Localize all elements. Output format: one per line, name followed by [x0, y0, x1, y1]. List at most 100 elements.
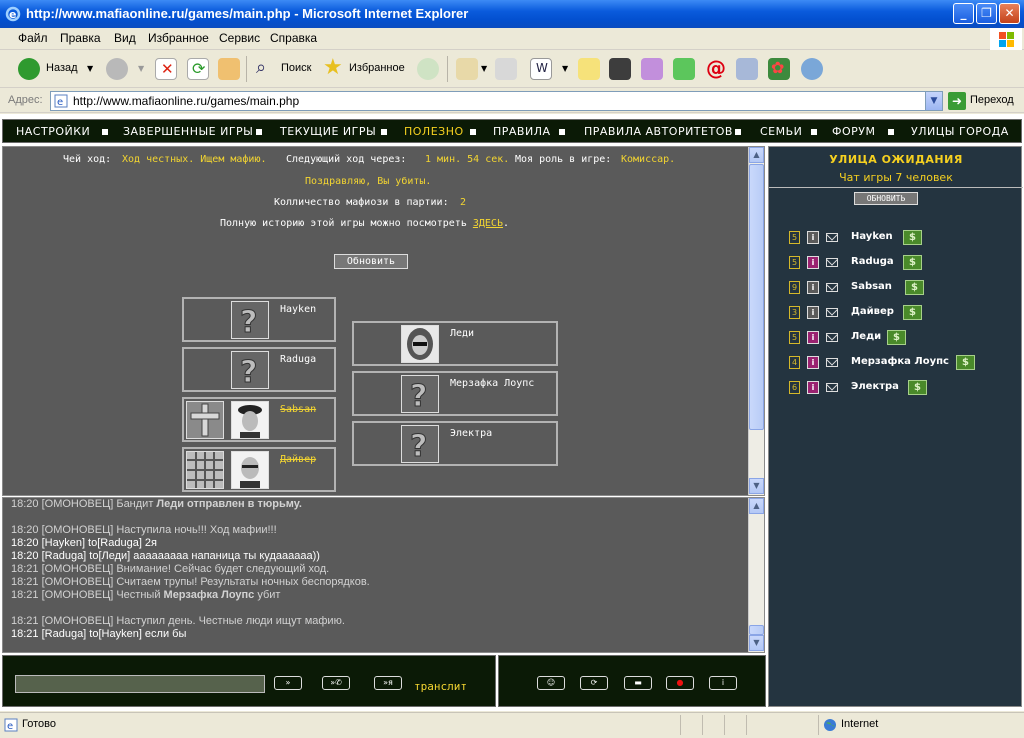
user-info-icon[interactable]: i [807, 331, 819, 344]
menu-help[interactable]: Справка [270, 31, 317, 45]
history-link[interactable]: ЗДЕСЬ [473, 218, 503, 229]
tv-icon[interactable] [609, 58, 631, 80]
close-button[interactable]: ✕ [999, 3, 1020, 24]
nav-city-streets[interactable]: УЛИЦЫ ГОРОДА [911, 125, 1009, 138]
scroll-up-icon[interactable]: ▲ [749, 147, 764, 163]
user-row[interactable]: 5 i Raduga $ [789, 255, 1019, 271]
mail-icon[interactable] [826, 233, 838, 242]
player-card[interactable]: ? Мерзафка Лоупс [352, 371, 558, 416]
back-dropdown-icon[interactable]: ▼ [87, 64, 93, 73]
scroll-thumb[interactable] [749, 625, 764, 635]
user-info-icon[interactable]: i [807, 231, 819, 244]
smiley-icon[interactable]: ☺ [537, 676, 565, 690]
user-row[interactable]: 4 i Мерзафка Лоупс $ [789, 355, 1019, 371]
home-icon[interactable] [218, 58, 240, 80]
refresh-button[interactable]: Обновить [334, 254, 408, 269]
menu-tools[interactable]: Сервис [219, 31, 260, 45]
nav-current-games[interactable]: ТЕКУЩИЕ ИГРЫ [280, 125, 376, 138]
mail-dropdown-icon[interactable]: ▼ [481, 64, 487, 73]
search-button-label[interactable]: Поиск [281, 62, 311, 74]
nav-authority-rules[interactable]: ПРАВИЛА АВТОРИТЕТОВ [584, 125, 733, 138]
scroll-up-icon[interactable]: ▲ [749, 498, 764, 514]
mail-icon[interactable] [826, 308, 838, 317]
user-name[interactable]: Дайвер [851, 306, 894, 317]
send-private-button[interactable]: »✆ [322, 676, 350, 690]
mail-icon[interactable] [826, 258, 838, 267]
shapes-icon[interactable] [673, 58, 695, 80]
notes-icon[interactable] [578, 58, 600, 80]
address-url[interactable]: http://www.mafiaonline.ru/games/main.php [73, 94, 299, 108]
scroll-down-icon[interactable]: ▼ [749, 478, 764, 494]
translit-toggle[interactable]: транслит [414, 680, 467, 693]
scroll-thumb[interactable] [749, 164, 764, 430]
mail-icon[interactable] [826, 333, 838, 342]
icq-icon[interactable]: ✿ [768, 58, 790, 80]
maximize-button[interactable]: ❐ [976, 3, 997, 24]
msn-icon[interactable] [801, 58, 823, 80]
stop-icon[interactable]: ✕ [155, 58, 177, 80]
player-card[interactable]: ? Hayken [182, 297, 336, 342]
address-dropdown-icon[interactable]: ▼ [925, 92, 942, 110]
user-row[interactable]: 3 i Дайвер $ [789, 305, 1019, 321]
street-refresh-button[interactable]: ОБНОВИТЬ [854, 192, 918, 205]
user-row[interactable]: 5 i Hayken $ [789, 230, 1019, 246]
mail-icon[interactable] [456, 58, 478, 80]
info-icon[interactable]: i [709, 676, 737, 690]
user-row[interactable]: 6 i Электра $ [789, 380, 1019, 396]
user-name[interactable]: Электра [851, 381, 899, 392]
nav-useful[interactable]: ПОЛЕЗНО [404, 125, 464, 138]
back-button-label[interactable]: Назад [46, 62, 78, 74]
go-arrow-icon[interactable]: ➜ [948, 92, 966, 110]
user-row[interactable]: 5 i Леди $ [789, 330, 1019, 346]
send-button[interactable]: » [274, 676, 302, 690]
user-name[interactable]: Hayken [851, 231, 893, 242]
edit-dropdown-icon[interactable]: ▼ [562, 64, 568, 73]
edit-word-icon[interactable]: W [530, 58, 552, 80]
mail-icon[interactable] [826, 283, 838, 292]
user-name[interactable]: Леди [851, 331, 881, 342]
nav-finished-games[interactable]: ЗАВЕРШЕННЫЕ ИГРЫ [123, 125, 253, 138]
menu-file[interactable]: Файл [18, 31, 48, 45]
history-icon[interactable] [417, 58, 439, 80]
user-info-icon[interactable]: i [807, 356, 819, 369]
reload-chat-icon[interactable]: ⟳ [580, 676, 608, 690]
player-card[interactable]: Дайвер [182, 447, 336, 492]
search-icon[interactable]: ⌕ [254, 57, 276, 80]
record-icon[interactable]: ● [666, 676, 694, 690]
game-scrollbar[interactable]: ▲ ▼ [748, 147, 764, 495]
user-row[interactable]: 9 i Sabsan $ [789, 280, 1019, 296]
user-info-icon[interactable]: i [807, 306, 819, 319]
scroll-down-icon[interactable]: ▼ [749, 635, 764, 651]
menu-view[interactable]: Вид [114, 31, 136, 45]
mail-icon[interactable] [826, 383, 838, 392]
user-info-icon[interactable]: i [807, 381, 819, 394]
player-card[interactable]: Леди [352, 321, 558, 366]
user-name[interactable]: Raduga [851, 256, 894, 267]
message-input[interactable] [15, 675, 265, 693]
research-icon[interactable] [736, 58, 758, 80]
address-input[interactable]: e http://www.mafiaonline.ru/games/main.p… [50, 91, 943, 111]
refresh-icon[interactable]: ⟳ [187, 58, 209, 80]
send-me-button[interactable]: »я [374, 676, 402, 690]
window-titlebar[interactable]: e http://www.mafiaonline.ru/games/main.p… [0, 0, 1024, 28]
menu-favorites[interactable]: Избранное [148, 31, 209, 45]
user-info-icon[interactable]: i [807, 281, 819, 294]
mail-icon[interactable] [826, 358, 838, 367]
player-card[interactable]: ? Электра [352, 421, 558, 466]
gun-icon[interactable]: ▬ [624, 676, 652, 690]
print-icon[interactable] [495, 58, 517, 80]
forward-dropdown-icon[interactable]: ▼ [138, 64, 144, 73]
nav-forum[interactable]: ФОРУМ [832, 125, 875, 138]
back-icon[interactable] [18, 58, 40, 80]
nav-settings[interactable]: НАСТРОЙКИ [16, 125, 90, 138]
player-card[interactable]: ? Raduga [182, 347, 336, 392]
at-icon[interactable]: @ [705, 56, 727, 80]
nav-rules[interactable]: ПРАВИЛА [493, 125, 551, 138]
forward-icon[interactable] [106, 58, 128, 80]
user-name[interactable]: Мерзафка Лоупс [851, 356, 949, 367]
minimize-button[interactable]: _ [953, 3, 974, 24]
menu-edit[interactable]: Правка [60, 31, 101, 45]
player-card[interactable]: Sabsan [182, 397, 336, 442]
nav-families[interactable]: СЕМЬИ [760, 125, 802, 138]
messenger-icon[interactable] [641, 58, 663, 80]
